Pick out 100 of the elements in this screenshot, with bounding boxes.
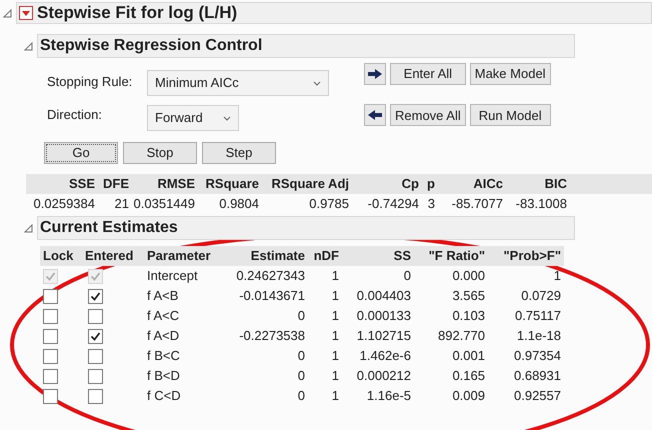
left-arrow-icon bbox=[368, 110, 382, 120]
table-cell-text: Intercept bbox=[146, 267, 199, 286]
table-cell-text: 1.462e-6 bbox=[358, 347, 412, 366]
left-arrow-button[interactable] bbox=[364, 104, 386, 126]
table-cell-text: 1 bbox=[330, 287, 340, 306]
table-cell-text: f A<B bbox=[146, 287, 180, 306]
table-cell-text: f A<D bbox=[146, 327, 180, 346]
column-header: SS bbox=[392, 247, 412, 266]
table-cell-text: 1 bbox=[330, 387, 340, 406]
action-button[interactable]: Enter All bbox=[390, 62, 466, 85]
table-cell-text: 0.24627343 bbox=[235, 267, 306, 286]
column-header: RSquare bbox=[204, 175, 260, 194]
right-arrow-button[interactable] bbox=[364, 62, 386, 85]
column-header: DFE bbox=[102, 175, 130, 194]
column-header: "F Ratio" bbox=[428, 247, 486, 266]
checkbox[interactable] bbox=[88, 308, 103, 324]
action-button[interactable]: Run Model bbox=[470, 104, 551, 126]
table-cell-text: 0.97354 bbox=[513, 347, 562, 366]
column-header: AICc bbox=[472, 175, 504, 194]
table-cell-text: 0.009 bbox=[451, 387, 486, 406]
table-cell-text: 0.000133 bbox=[356, 307, 412, 326]
chevron-icon bbox=[223, 116, 231, 120]
table-cell-text: 0.165 bbox=[451, 367, 486, 386]
action-button[interactable]: Step bbox=[202, 142, 276, 164]
table-cell-text: -0.0143671 bbox=[238, 287, 306, 306]
section-title: Stepwise Regression Control bbox=[40, 36, 262, 56]
report-title: Stepwise Fit for log (L/H) bbox=[37, 2, 238, 24]
checkbox[interactable] bbox=[88, 328, 103, 344]
table-cell-text: 0 bbox=[296, 307, 306, 326]
section-title: Current Estimates bbox=[40, 218, 178, 238]
table-cell-text: f A<C bbox=[146, 307, 180, 326]
column-header: nDF bbox=[312, 247, 340, 266]
table-cell-text: 0.000212 bbox=[356, 367, 412, 386]
column-header: Estimate bbox=[250, 247, 306, 266]
dropdown[interactable]: Minimum AICc bbox=[147, 70, 329, 96]
table-cell-text: 0.0351449 bbox=[132, 195, 196, 214]
chevron-icon bbox=[313, 80, 321, 86]
column-header: Lock bbox=[42, 247, 74, 266]
table-cell-text: 1 bbox=[330, 367, 340, 386]
table-cell-text: 1 bbox=[330, 327, 340, 346]
disclosure-icon[interactable] bbox=[24, 42, 33, 50]
table-cell-text: 0 bbox=[296, 347, 306, 366]
column-header: Cp bbox=[400, 175, 420, 194]
table-cell-text: 1 bbox=[330, 267, 340, 286]
action-button[interactable]: Make Model bbox=[470, 62, 551, 85]
table-cell-text: -83.1008 bbox=[514, 195, 568, 214]
table-cell-text: 0.000 bbox=[451, 267, 486, 286]
checkbox[interactable] bbox=[43, 368, 58, 384]
table-cell-text: f B<D bbox=[146, 367, 181, 386]
table-cell-text: 0.103 bbox=[451, 307, 486, 326]
checkbox[interactable] bbox=[43, 288, 58, 304]
table-cell-text: f B<C bbox=[146, 347, 181, 366]
checkbox[interactable] bbox=[88, 388, 103, 404]
checkbox[interactable] bbox=[88, 288, 103, 304]
checkbox[interactable] bbox=[43, 388, 58, 404]
field-label: Stopping Rule: bbox=[47, 73, 134, 91]
table-cell-text: 1 bbox=[330, 347, 340, 366]
column-header: p bbox=[426, 175, 436, 194]
checkbox[interactable] bbox=[43, 308, 58, 324]
table-cell-text: 1 bbox=[330, 307, 340, 326]
table-cell-text: 0.0259384 bbox=[32, 195, 96, 214]
table-cell-text: 0.9785 bbox=[308, 195, 350, 214]
column-header: RMSE bbox=[156, 175, 196, 194]
action-button[interactable]: Stop bbox=[123, 142, 197, 164]
checkbox[interactable] bbox=[88, 368, 103, 384]
column-header: "Prob>F" bbox=[502, 247, 562, 266]
table-cell-text: -0.2273538 bbox=[238, 327, 306, 346]
column-header: Entered bbox=[84, 247, 134, 266]
column-header: Parameter bbox=[146, 247, 212, 266]
table-cell-text: f C<D bbox=[146, 387, 182, 406]
table-cell-text: 0.9804 bbox=[218, 195, 260, 214]
table-cell-text: 21 bbox=[114, 195, 130, 214]
table-cell-text: 3 bbox=[426, 195, 436, 214]
disclosure-icon[interactable] bbox=[24, 224, 33, 232]
table-cell-text: 0.004403 bbox=[356, 287, 412, 306]
action-button[interactable]: Remove All bbox=[390, 104, 466, 126]
checkbox[interactable] bbox=[43, 348, 58, 364]
table-cell-text: 0.92557 bbox=[513, 387, 562, 406]
checkbox[interactable] bbox=[88, 348, 103, 364]
table-cell-text: 0.75117 bbox=[514, 307, 562, 326]
action-button[interactable]: Go bbox=[44, 142, 118, 164]
disclosure-icon[interactable] bbox=[3, 8, 12, 18]
column-header: BIC bbox=[544, 175, 568, 194]
table-cell-text: 0.001 bbox=[451, 347, 486, 366]
table-cell-text: 0 bbox=[296, 367, 306, 386]
table-cell-text: 1.16e-5 bbox=[366, 387, 412, 406]
column-header: SSE bbox=[68, 175, 96, 194]
dropdown[interactable]: Forward bbox=[147, 105, 239, 131]
checkbox[interactable] bbox=[43, 328, 58, 344]
table-cell-text: 3.565 bbox=[451, 287, 486, 306]
table-cell-text: 0 bbox=[402, 267, 412, 286]
right-arrow-icon bbox=[368, 68, 382, 79]
table-cell-text: -85.7077 bbox=[450, 195, 504, 214]
table-cell-text: 1.1e-18 bbox=[516, 327, 562, 346]
table-cell-text: 0 bbox=[296, 387, 306, 406]
field-label: Direction: bbox=[47, 106, 103, 124]
menu-icon[interactable] bbox=[19, 6, 33, 20]
table-cell-text: 1.102715 bbox=[356, 327, 412, 346]
column-header: RSquare Adj bbox=[270, 175, 350, 194]
table-cell-text: 0.68931 bbox=[513, 367, 562, 386]
